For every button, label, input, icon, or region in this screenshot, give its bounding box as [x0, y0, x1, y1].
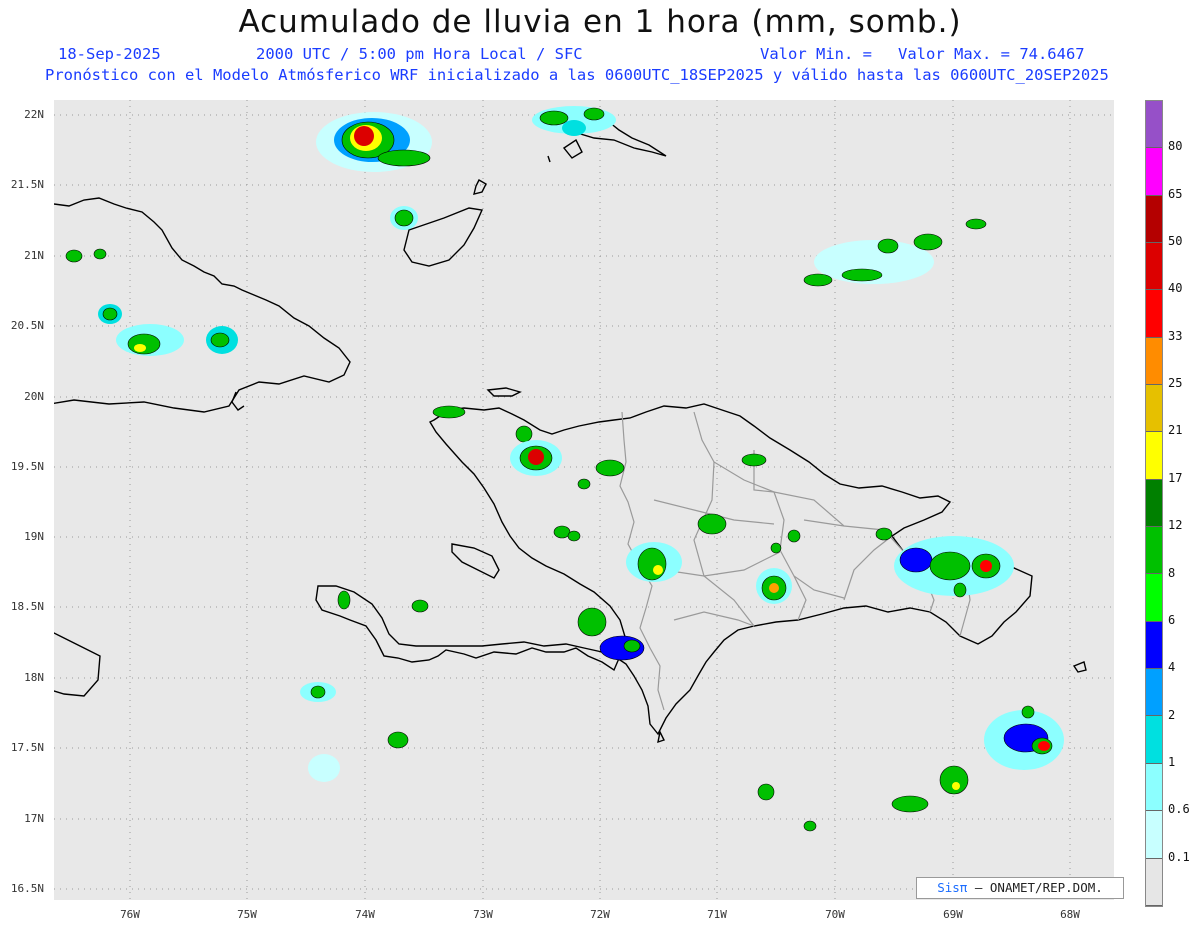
colorbar [1145, 100, 1163, 907]
lon-label: 76W [120, 908, 140, 921]
lat-label: 19.5N [10, 460, 44, 473]
colorbar-label: 8 [1168, 565, 1176, 580]
map-canvas [54, 100, 1114, 900]
lon-label: 71W [707, 908, 727, 921]
rain-cells-cuba [65, 248, 238, 356]
lon-label: 72W [590, 908, 610, 921]
colorbar-label: 12 [1168, 518, 1183, 533]
max-value-label: Valor Max. = 74.6467 [898, 45, 1085, 63]
lat-label: 22N [24, 108, 44, 121]
colorbar-label: 2 [1168, 707, 1176, 722]
colorbar-segment [1146, 527, 1162, 575]
colorbar-segment [1146, 101, 1162, 149]
forecast-time: 2000 UTC / 5:00 pm Hora Local / SFC [256, 45, 583, 63]
colorbar-segment [1146, 432, 1162, 480]
lon-label: 70W [825, 908, 845, 921]
lat-label: 19N [24, 530, 44, 543]
rain-cells-dr-east [875, 527, 1014, 598]
colorbar-segment [1146, 574, 1162, 622]
colorbar-label: 0.1 [1168, 849, 1190, 864]
lon-label: 75W [237, 908, 257, 921]
lat-label: 17N [24, 812, 44, 825]
colorbar-label: 0.6 [1168, 802, 1190, 817]
precip-field [65, 106, 1064, 832]
lon-label: 68W [1060, 908, 1080, 921]
colorbar-segment [1146, 290, 1162, 338]
colorbar-segment [1146, 148, 1162, 196]
lat-label: 21.5N [10, 178, 44, 191]
credit-box: Sisπ – ONAMET/REP.DOM. [916, 877, 1124, 899]
rain-cells-haiti-north [432, 405, 625, 542]
map-title: Acumulado de lluvia en 1 hora (mm, somb.… [238, 4, 962, 40]
colorbar-segment [1146, 716, 1162, 764]
lat-label: 16.5N [10, 882, 44, 895]
colorbar-label: 1 [1168, 754, 1176, 769]
colorbar-label: 21 [1168, 423, 1183, 438]
colorbar-segment [1146, 811, 1162, 859]
lat-label: 21N [24, 249, 44, 262]
rain-cells-south [300, 590, 645, 782]
colorbar-label: 6 [1168, 612, 1176, 627]
rain-cells-se-sea [757, 705, 1064, 832]
lon-label: 74W [355, 908, 375, 921]
colorbar-segment [1146, 763, 1162, 812]
rain-cell-east-band [803, 218, 987, 287]
colorbar-label: 4 [1168, 660, 1176, 675]
lat-label: 18N [24, 671, 44, 684]
lat-label: 20.5N [10, 319, 44, 332]
model-info-line: Pronóstico con el Modelo Atmósferico WRF… [45, 66, 1109, 84]
lat-label: 17.5N [10, 741, 44, 754]
credit-text: – ONAMET/REP.DOM. [974, 880, 1103, 895]
lon-label: 69W [943, 908, 963, 921]
rainfall-map [54, 100, 1114, 900]
coastlines [54, 121, 1087, 744]
colorbar-label: 17 [1168, 470, 1183, 485]
rain-cell-north-1 [532, 106, 616, 136]
min-value-label: Valor Min. = [760, 45, 872, 63]
lat-label: 18.5N [10, 600, 44, 613]
rain-cell-bahamas-large [316, 112, 432, 172]
lon-label: 73W [473, 908, 493, 921]
forecast-date: 18-Sep-2025 [58, 45, 161, 63]
colorbar-segment [1146, 669, 1162, 717]
sispi-logo: Sisπ [937, 880, 968, 895]
colorbar-segment [1146, 337, 1162, 386]
colorbar-segment [1146, 479, 1162, 528]
colorbar-label: 25 [1168, 376, 1183, 391]
colorbar-label: 65 [1168, 186, 1183, 201]
colorbar-label: 80 [1168, 139, 1183, 154]
colorbar-segment [1146, 243, 1162, 291]
colorbar-segment [1146, 858, 1162, 906]
colorbar-segment [1146, 385, 1162, 433]
colorbar-label: 50 [1168, 234, 1183, 249]
rain-cell-bahamas-2 [390, 206, 418, 230]
colorbar-label: 33 [1168, 328, 1183, 343]
colorbar-segment [1146, 195, 1162, 244]
lat-label: 20N [24, 390, 44, 403]
colorbar-segment [1146, 621, 1162, 670]
colorbar-label: 40 [1168, 281, 1183, 296]
